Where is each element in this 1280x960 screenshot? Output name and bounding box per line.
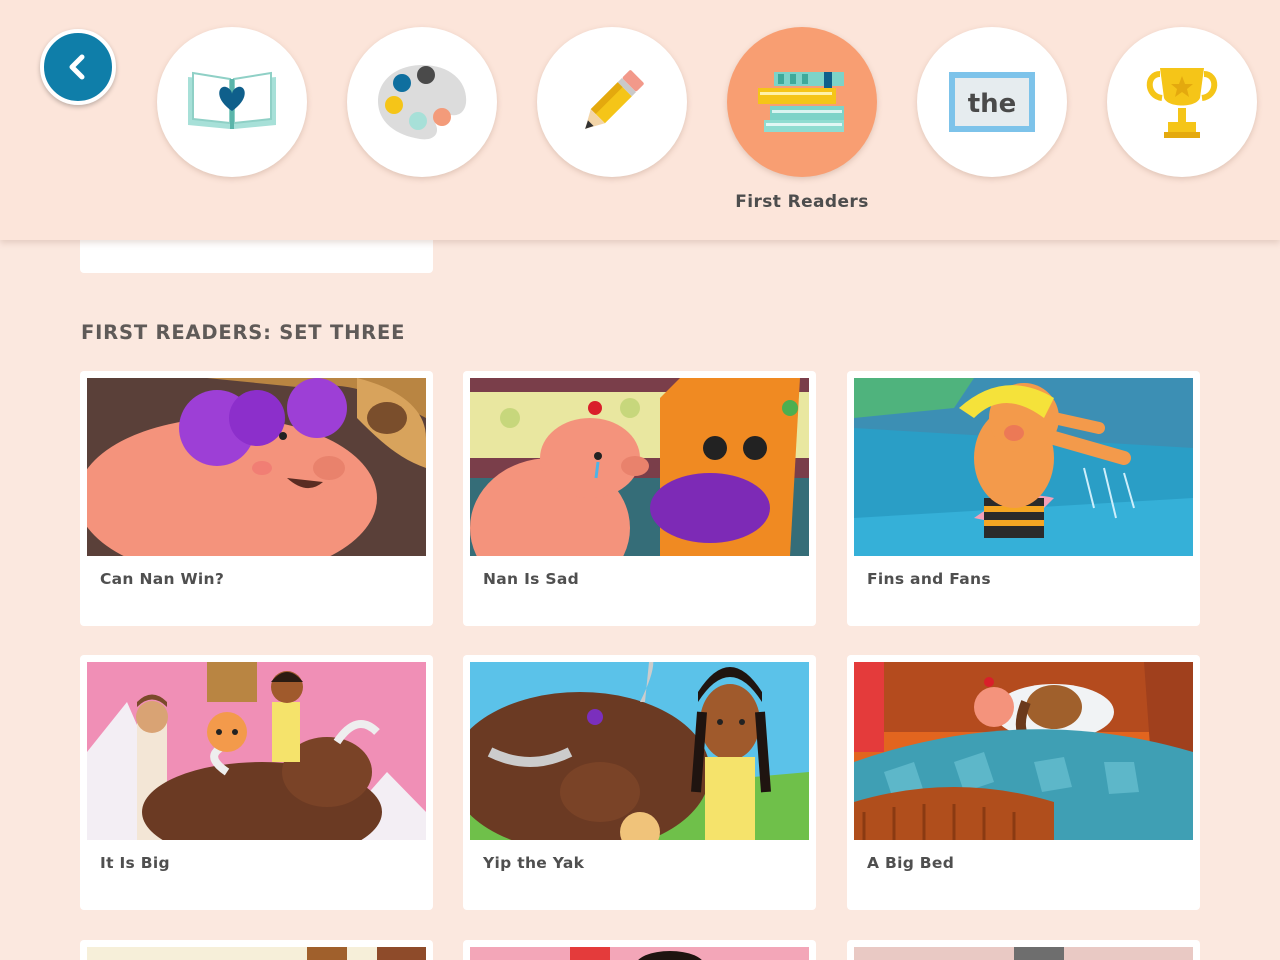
book-cover-image bbox=[854, 662, 1193, 840]
trophy-icon bbox=[1146, 68, 1218, 138]
book-cover-image bbox=[87, 947, 426, 960]
pencil-icon bbox=[585, 70, 644, 129]
book-cover-image bbox=[87, 662, 426, 840]
book-cover-image bbox=[854, 947, 1193, 960]
nav-sight-words-button[interactable]: the bbox=[917, 27, 1067, 177]
back-button[interactable] bbox=[40, 29, 116, 105]
section-title: FIRST READERS: SET THREE bbox=[81, 321, 406, 344]
book-cover-image bbox=[470, 662, 809, 840]
book-title: A Big Bed bbox=[867, 854, 955, 872]
nav-rewards-button[interactable] bbox=[1107, 27, 1257, 177]
book-cover-image bbox=[87, 378, 426, 556]
book-title: Nan Is Sad bbox=[483, 570, 579, 588]
book-card[interactable]: It Is Big bbox=[80, 655, 433, 910]
books-stack-icon bbox=[758, 72, 844, 132]
nav-active-label: First Readers bbox=[735, 192, 869, 212]
sight-word-the-icon: the bbox=[949, 72, 1035, 132]
book-card[interactable]: Yip the Yak bbox=[463, 655, 816, 910]
book-title: It Is Big bbox=[100, 854, 170, 872]
top-nav-bar: First Readers the bbox=[0, 0, 1280, 240]
book-cover-image bbox=[470, 947, 809, 960]
nav-books-button[interactable] bbox=[157, 27, 307, 177]
book-card[interactable]: Nan Is Sad bbox=[463, 371, 816, 626]
book-heart-icon bbox=[188, 71, 276, 129]
nav-writing-button[interactable] bbox=[537, 27, 687, 177]
book-card[interactable]: A Big Bed bbox=[847, 655, 1200, 910]
nav-art-button[interactable] bbox=[347, 27, 497, 177]
chevron-left-icon bbox=[69, 54, 85, 80]
book-card[interactable]: Can Nan Win? bbox=[80, 371, 433, 626]
book-card-partial[interactable] bbox=[463, 940, 816, 960]
book-card-partial[interactable] bbox=[847, 940, 1200, 960]
book-title: Yip the Yak bbox=[483, 854, 585, 872]
nav-first-readers-button[interactable] bbox=[727, 27, 877, 177]
book-title: Can Nan Win? bbox=[100, 570, 225, 588]
palette-icon bbox=[378, 65, 467, 140]
book-cover-image bbox=[854, 378, 1193, 556]
book-card-partial[interactable] bbox=[80, 940, 433, 960]
book-cover-image bbox=[470, 378, 809, 556]
book-title: Fins and Fans bbox=[867, 570, 991, 588]
sight-word-text: the bbox=[968, 89, 1017, 119]
book-card[interactable]: Fins and Fans bbox=[847, 371, 1200, 626]
